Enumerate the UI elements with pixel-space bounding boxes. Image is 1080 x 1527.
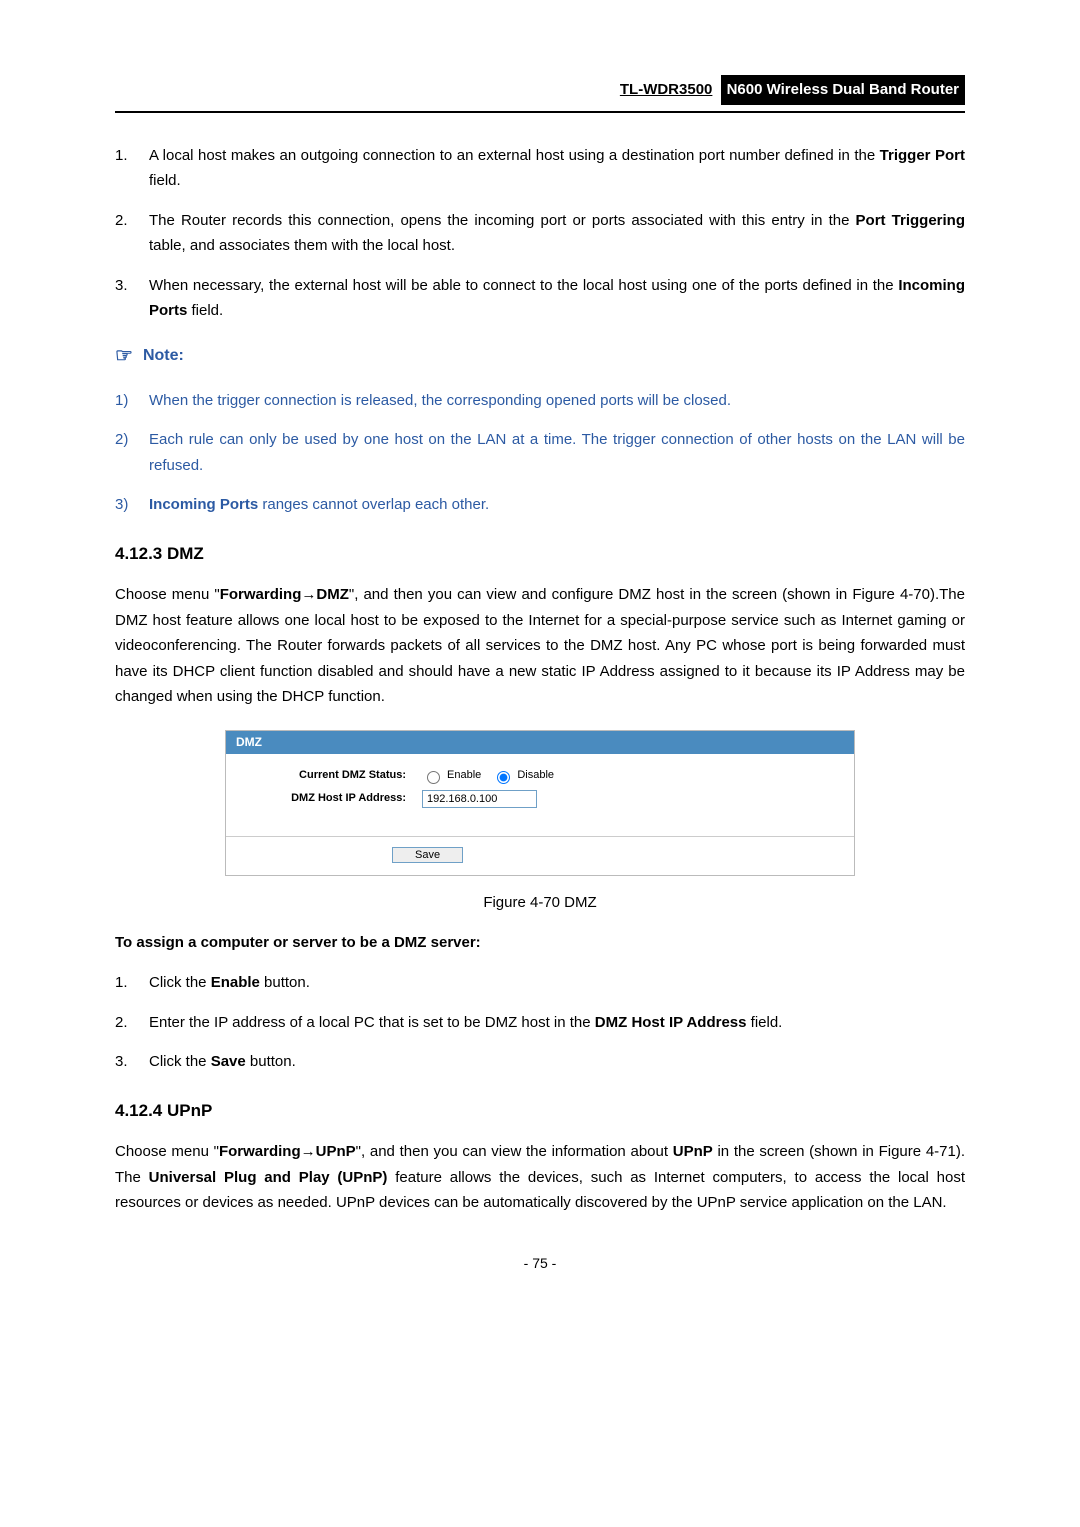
step-text: Click the Enable button. <box>149 970 965 996</box>
note-heading: ☞ Note: <box>115 339 965 373</box>
device-title: N600 Wireless Dual Band Router <box>721 75 965 105</box>
dmz-paragraph: Choose menu "Forwarding→DMZ", and then y… <box>115 582 965 710</box>
hand-icon: ☞ <box>115 339 133 373</box>
step-text: Enter the IP address of a local PC that … <box>149 1010 965 1036</box>
step-text: Click the Save button. <box>149 1049 965 1075</box>
page-header: TL-WDR3500 N600 Wireless Dual Band Route… <box>115 75 965 113</box>
note-text: Incoming Ports ranges cannot overlap eac… <box>149 492 965 518</box>
assign-subheading: To assign a computer or server to be a D… <box>115 930 965 956</box>
page-number: - 75 - <box>115 1252 965 1276</box>
list-number: 1. <box>115 143 149 194</box>
divider <box>226 836 854 837</box>
note-text: Each rule can only be used by one host o… <box>149 427 965 478</box>
enable-option-label: Enable <box>447 768 481 783</box>
intro-list: 1. A local host makes an outgoing connec… <box>115 143 965 324</box>
section-heading-upnp: 4.12.4 UPnP <box>115 1097 965 1126</box>
list-number: 3) <box>115 492 149 518</box>
dmz-enable-radio[interactable] <box>427 771 440 784</box>
note-label: Note: <box>143 342 184 369</box>
dmz-ip-input[interactable] <box>422 790 537 808</box>
panel-title: DMZ <box>226 731 854 754</box>
list-text: When necessary, the external host will b… <box>149 273 965 324</box>
dmz-disable-radio[interactable] <box>497 771 510 784</box>
disable-option-label: Disable <box>517 768 554 783</box>
section-heading-dmz: 4.12.3 DMZ <box>115 540 965 569</box>
list-number: 3. <box>115 273 149 324</box>
device-model: TL-WDR3500 <box>620 77 713 103</box>
figure-caption: Figure 4-70 DMZ <box>225 890 855 916</box>
dmz-config-panel: DMZ Current DMZ Status: Enable Disable D… <box>225 730 855 876</box>
upnp-paragraph: Choose menu "Forwarding→UPnP", and then … <box>115 1139 965 1216</box>
list-text: The Router records this connection, open… <box>149 208 965 259</box>
note-text: When the trigger connection is released,… <box>149 388 965 414</box>
list-number: 1. <box>115 970 149 996</box>
steps-list: 1. Click the Enable button. 2. Enter the… <box>115 970 965 1075</box>
list-number: 3. <box>115 1049 149 1075</box>
list-text: A local host makes an outgoing connectio… <box>149 143 965 194</box>
dmz-status-label: Current DMZ Status: <box>256 768 422 783</box>
dmz-ip-label: DMZ Host IP Address: <box>256 791 422 806</box>
note-list: 1) When the trigger connection is releas… <box>115 388 965 518</box>
list-number: 1) <box>115 388 149 414</box>
save-button[interactable]: Save <box>392 847 463 863</box>
list-number: 2. <box>115 1010 149 1036</box>
list-number: 2) <box>115 427 149 478</box>
list-number: 2. <box>115 208 149 259</box>
